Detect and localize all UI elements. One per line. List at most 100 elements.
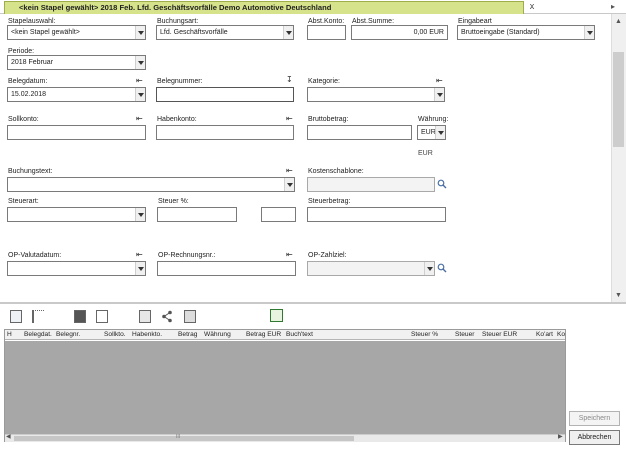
op-valutadatum-label: OP-Valutadatum: <box>8 252 62 259</box>
chevron-down-icon[interactable] <box>283 26 293 39</box>
buchungstext-label: Buchungstext: <box>8 168 53 175</box>
buchungsart-value: Lfd. Geschäftsvorfälle <box>160 29 228 36</box>
waehrung-value: EUR <box>421 129 436 136</box>
steuer-pct-input[interactable] <box>157 207 237 222</box>
eingabeart-label: Eingabeart <box>458 18 492 25</box>
waehrung-hint: EUR <box>418 150 433 157</box>
document-tab[interactable]: <kein Stapel gewählt> 2018 Feb. Lfd. Ges… <box>4 1 524 14</box>
scrollbar-thumb[interactable] <box>14 436 354 441</box>
scrollbar-thumb[interactable] <box>613 52 624 147</box>
bruttobetrag-input[interactable] <box>307 125 412 140</box>
column-header[interactable]: Währung <box>204 331 231 338</box>
column-header[interactable]: Steuer <box>455 331 474 338</box>
chevron-down-icon[interactable] <box>434 88 444 101</box>
pin-down-icon[interactable]: ↧ <box>286 75 293 84</box>
chevron-down-icon[interactable] <box>284 178 294 191</box>
scrollbar-grip: III <box>176 434 181 440</box>
pin-icon[interactable]: ⇤ <box>436 76 443 85</box>
calculator-icon[interactable] <box>270 309 283 322</box>
cancel-button[interactable]: Abbrechen <box>569 430 620 445</box>
pin-icon[interactable]: ⇤ <box>286 114 293 123</box>
pin-icon[interactable]: ⇤ <box>286 250 293 259</box>
edit-icon[interactable] <box>139 310 151 323</box>
habenkonto-input[interactable] <box>156 125 294 140</box>
abst-summe-input[interactable]: 0,00 EUR <box>351 25 448 40</box>
column-header[interactable]: Ko'art <box>536 331 553 338</box>
steuer-pct-label: Steuer %: <box>158 198 189 205</box>
column-header[interactable]: Ko <box>557 331 565 338</box>
scroll-left-icon[interactable]: ◀ <box>6 433 11 440</box>
column-header[interactable]: Buch'text <box>286 331 313 338</box>
close-tab-icon[interactable]: x <box>527 2 537 12</box>
sollkonto-input[interactable] <box>7 125 146 140</box>
buchungstext-input[interactable] <box>7 177 295 192</box>
kategorie-label: Kategorie: <box>308 78 340 85</box>
column-header[interactable]: Steuer EUR <box>482 331 517 338</box>
belegnummer-input[interactable] <box>156 87 294 102</box>
belegdatum-input[interactable]: 15.02.2018 <box>7 87 146 102</box>
chevron-down-icon[interactable] <box>135 26 145 39</box>
stapel-select[interactable]: <kein Stapel gewählt> <box>7 25 146 40</box>
column-header[interactable]: Sollkto. <box>104 331 126 338</box>
steuerbetrag-label: Steuerbetrag: <box>308 198 351 205</box>
pin-icon[interactable]: ⇤ <box>136 76 143 85</box>
pin-icon[interactable]: ⇤ <box>136 114 143 123</box>
document-icon[interactable] <box>96 310 108 323</box>
op-zahlziel-label: OP-Zahlziel: <box>308 252 347 259</box>
steuer-pct-extra-input[interactable] <box>261 207 296 222</box>
periode-value: 2018 Februar <box>11 59 54 66</box>
scroll-up-icon[interactable]: ▲ <box>611 18 626 25</box>
steuerart-select[interactable] <box>7 207 146 222</box>
column-header[interactable]: Belegnr. <box>56 331 80 338</box>
grid-body[interactable] <box>5 341 565 434</box>
scroll-right-icon[interactable]: ▶ <box>558 433 563 440</box>
pin-icon[interactable]: ⇤ <box>286 166 293 175</box>
kategorie-select[interactable] <box>307 87 445 102</box>
abst-konto-label: Abst.Konto: <box>308 18 345 25</box>
bruttobetrag-label: Bruttobetrag: <box>308 116 349 123</box>
kostenschablone-label: Kostenschablone: <box>308 168 364 175</box>
periode-select[interactable]: 2018 Februar <box>7 55 146 70</box>
abst-konto-input[interactable] <box>307 25 346 40</box>
delete-entry-icon[interactable] <box>184 310 196 323</box>
chevron-down-icon[interactable] <box>584 26 594 39</box>
column-header[interactable]: Betrag EUR <box>246 331 281 338</box>
calendar-dropdown-icon[interactable] <box>135 88 145 101</box>
search-icon[interactable] <box>437 179 447 189</box>
op-zahlziel-select[interactable] <box>307 261 435 276</box>
habenkonto-label: Habenkonto: <box>157 116 197 123</box>
new-entry-icon[interactable] <box>10 310 22 323</box>
chevron-down-icon[interactable] <box>135 208 145 221</box>
eingabeart-value: Bruttoeingabe (Standard) <box>461 29 540 36</box>
tab-scroll-right-icon[interactable]: ▸ <box>611 2 615 11</box>
belegdatum-label: Belegdatum: <box>8 78 48 85</box>
calendar-dropdown-icon[interactable] <box>135 262 145 275</box>
column-header[interactable]: Habenkto. <box>132 331 162 338</box>
buchungsart-label: Buchungsart: <box>157 18 199 25</box>
chevron-down-icon[interactable] <box>135 56 145 69</box>
column-header[interactable]: Steuer % <box>411 331 438 338</box>
steuerart-label: Steuerart: <box>8 198 39 205</box>
grid-header <box>5 330 565 340</box>
chevron-down-icon[interactable] <box>424 262 434 275</box>
op-rechnungsnr-input[interactable] <box>157 261 296 276</box>
periode-label: Periode: <box>8 48 35 55</box>
chevron-down-icon[interactable] <box>435 126 445 139</box>
search-icon[interactable] <box>437 263 447 273</box>
scroll-down-icon[interactable]: ▼ <box>611 292 626 299</box>
waehrung-select[interactable]: EUR <box>417 125 446 140</box>
stapel-value: <kein Stapel gewählt> <box>11 29 80 36</box>
kostenschablone-input[interactable] <box>307 177 435 192</box>
pin-icon[interactable]: ⇤ <box>136 250 143 259</box>
save-button[interactable]: Speichern <box>569 411 620 426</box>
list-icon[interactable] <box>32 310 44 323</box>
book-icon[interactable] <box>74 310 86 323</box>
column-header[interactable]: Belegdat. <box>24 331 52 338</box>
share-icon[interactable] <box>161 310 173 323</box>
buchungsart-select[interactable]: Lfd. Geschäftsvorfälle <box>156 25 294 40</box>
op-valutadatum-input[interactable] <box>7 261 146 276</box>
column-header[interactable]: Betrag <box>178 331 197 338</box>
steuerbetrag-input[interactable] <box>307 207 446 222</box>
column-header[interactable]: H <box>7 331 12 338</box>
eingabeart-select[interactable]: Bruttoeingabe (Standard) <box>457 25 595 40</box>
